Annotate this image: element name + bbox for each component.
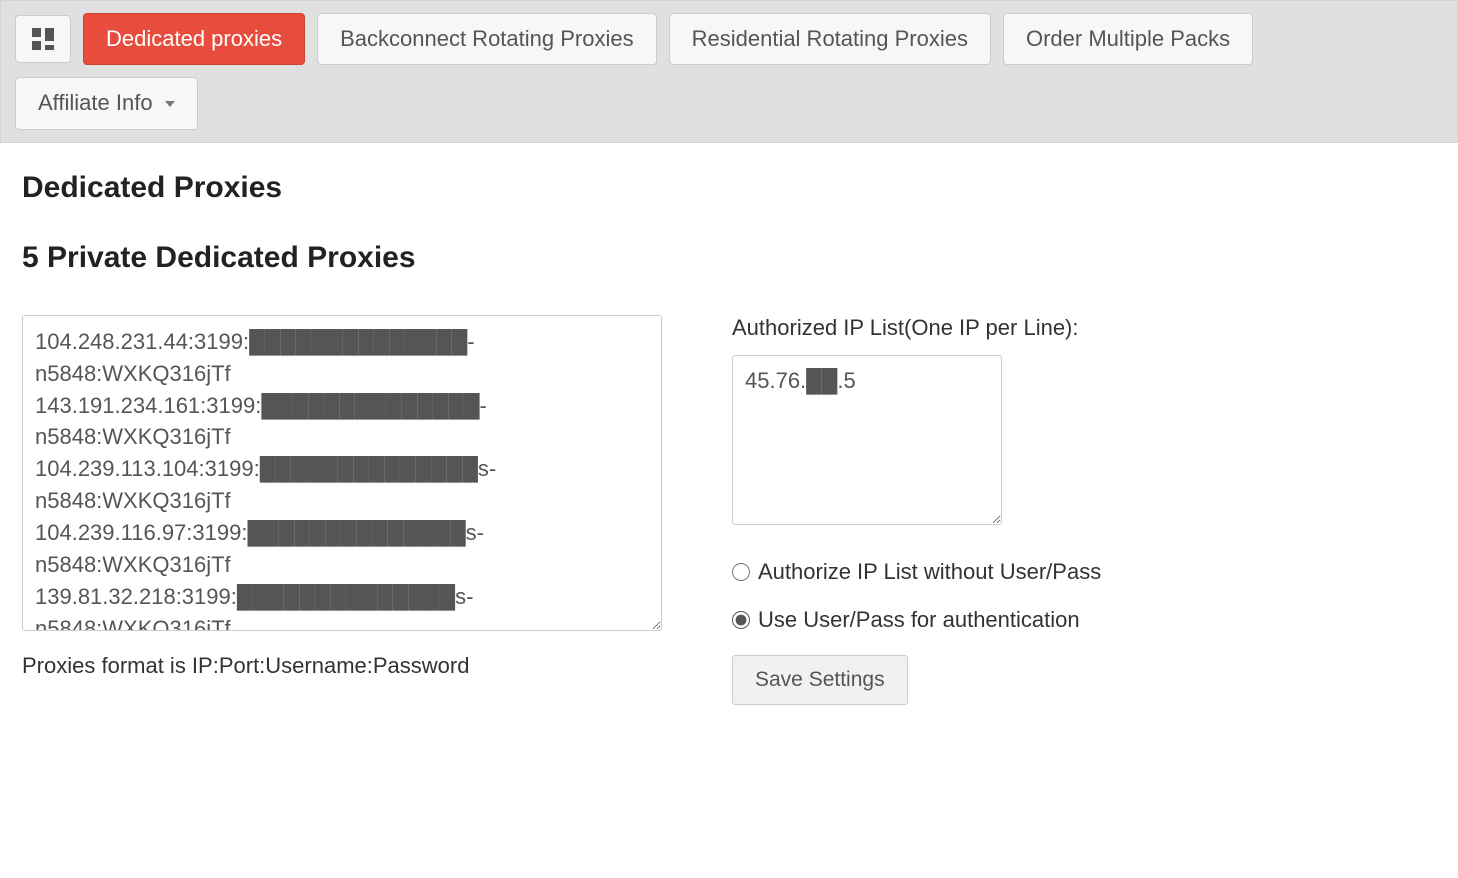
auth-column: Authorized IP List(One IP per Line): Aut…	[732, 315, 1232, 705]
authorized-ip-label: Authorized IP List(One IP per Line):	[732, 315, 1232, 341]
auth-mode-userpass-row[interactable]: Use User/Pass for authentication	[732, 607, 1232, 633]
authorized-ip-textarea[interactable]	[732, 355, 1002, 525]
nav-residential-rotating[interactable]: Residential Rotating Proxies	[669, 13, 991, 65]
nav-order-multiple-packs[interactable]: Order Multiple Packs	[1003, 13, 1253, 65]
page-title: Dedicated Proxies	[22, 171, 1436, 205]
auth-mode-ip-only-label: Authorize IP List without User/Pass	[758, 559, 1101, 585]
nav-backconnect-rotating[interactable]: Backconnect Rotating Proxies	[317, 13, 657, 65]
auth-mode-userpass-radio[interactable]	[732, 611, 750, 629]
proxy-format-note: Proxies format is IP:Port:Username:Passw…	[22, 653, 662, 679]
settings-columns: Proxies format is IP:Port:Username:Passw…	[22, 315, 1436, 705]
proxy-list-textarea[interactable]	[22, 315, 662, 631]
caret-down-icon	[165, 101, 175, 107]
auth-mode-userpass-label: Use User/Pass for authentication	[758, 607, 1080, 633]
proxies-column: Proxies format is IP:Port:Username:Passw…	[22, 315, 662, 679]
nav-affiliate-info-label: Affiliate Info	[38, 90, 153, 116]
nav-dedicated-proxies[interactable]: Dedicated proxies	[83, 13, 305, 65]
nav-dashboard-button[interactable]	[15, 15, 71, 63]
save-settings-button[interactable]: Save Settings	[732, 655, 908, 705]
nav-affiliate-info-dropdown[interactable]: Affiliate Info	[15, 77, 198, 129]
auth-mode-ip-only-row[interactable]: Authorize IP List without User/Pass	[732, 559, 1232, 585]
page-subtitle: 5 Private Dedicated Proxies	[22, 241, 1436, 275]
auth-mode-ip-only-radio[interactable]	[732, 563, 750, 581]
top-navbar: Dedicated proxies Backconnect Rotating P…	[0, 0, 1458, 143]
page-content: Dedicated Proxies 5 Private Dedicated Pr…	[0, 143, 1458, 733]
dashboard-icon	[32, 28, 54, 50]
auth-mode-radio-group: Authorize IP List without User/Pass Use …	[732, 559, 1232, 633]
